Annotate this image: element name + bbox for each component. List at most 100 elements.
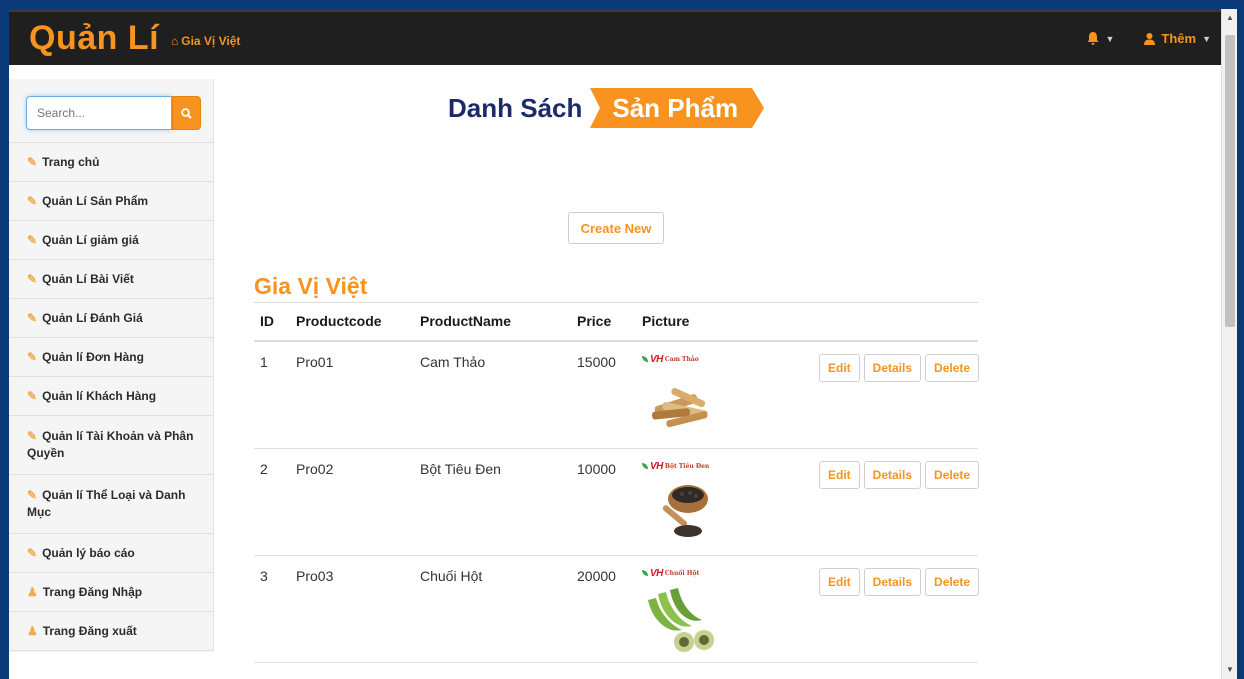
cell-productname: Chuối Hột bbox=[420, 568, 483, 584]
cell-id: 1 bbox=[260, 354, 268, 370]
page-title-ribbon: Sản Phẩm bbox=[590, 88, 765, 128]
sidebar-item-trang-chu[interactable]: ✎ Trang chủ bbox=[9, 143, 213, 182]
image-caption: Cam Thảo bbox=[664, 355, 699, 363]
details-button[interactable]: Details bbox=[863, 568, 922, 596]
seeded-banana-image bbox=[648, 588, 714, 652]
image-caption: Bột Tiêu Đen bbox=[664, 462, 710, 470]
top-navbar: Quản Lí ⌂ Gia Vị Việt ▼ Thêm ▼ bbox=[9, 9, 1221, 65]
cell-productcode: Pro03 bbox=[296, 568, 334, 584]
scrollbar-thumb[interactable] bbox=[1225, 35, 1235, 327]
user-menu-label: Thêm bbox=[1161, 31, 1197, 46]
delete-button[interactable]: Delete bbox=[925, 461, 980, 489]
product-image: VH Bột Tiêu Đen bbox=[642, 459, 722, 539]
details-button[interactable]: Details bbox=[863, 354, 922, 382]
sidebar-item-posts[interactable]: ✎ Quản Lí Bài Viết bbox=[9, 260, 213, 299]
leaf-icon bbox=[642, 463, 648, 469]
sidebar-item-label: Quản Lí giảm giá bbox=[42, 232, 139, 247]
leaf-icon bbox=[642, 570, 648, 576]
edit-icon: ✎ bbox=[27, 349, 38, 364]
cell-price: 15000 bbox=[577, 354, 616, 370]
chevron-down-icon: ▼ bbox=[1202, 33, 1211, 44]
cell-id: 2 bbox=[260, 461, 268, 477]
product-image: VH Chuối Hột bbox=[642, 566, 722, 652]
black-pepper-image bbox=[662, 485, 708, 537]
sidebar-item-logout[interactable]: ♟ Trang Đăng xuất bbox=[9, 612, 213, 651]
browser-viewport: Quản Lí ⌂ Gia Vị Việt ▼ Thêm ▼ ▲ ▼ Searc… bbox=[9, 9, 1237, 679]
table-row: 2 Pro02 Bột Tiêu Đen 10000 VH Bột Tiêu Đ… bbox=[254, 449, 980, 556]
edit-button[interactable]: Edit bbox=[819, 461, 860, 489]
table-row: 1 Pro01 Cam Thảo 15000 VH Cam Thảo Edit … bbox=[254, 342, 980, 449]
sidebar-item-label: Trang Đăng xuất bbox=[42, 623, 137, 638]
cell-price: 20000 bbox=[577, 568, 616, 584]
bell-icon bbox=[1087, 32, 1099, 45]
edit-icon: ✎ bbox=[27, 545, 38, 560]
column-header-picture: Picture bbox=[642, 313, 690, 329]
edit-icon: ✎ bbox=[27, 271, 38, 286]
sidebar-item-label: Quản lý báo cáo bbox=[42, 545, 135, 560]
edit-button[interactable]: Edit bbox=[819, 568, 860, 596]
sidebar-item-orders[interactable]: ✎ Quản lí Đơn Hàng bbox=[9, 338, 213, 377]
cell-productname: Bột Tiêu Đen bbox=[420, 461, 501, 477]
edit-button[interactable]: Edit bbox=[819, 354, 860, 382]
sidebar-item-label: Quản lí Tài Khoản và Phân Quyền bbox=[27, 429, 194, 460]
sidebar-item-accounts[interactable]: ✎ Quản lí Tài Khoản và Phân Quyền bbox=[9, 416, 213, 475]
notifications-dropdown[interactable]: ▼ bbox=[1087, 32, 1114, 45]
column-header-id: ID bbox=[260, 313, 274, 329]
column-header-productname: ProductName bbox=[420, 313, 512, 329]
edit-icon: ✎ bbox=[27, 310, 38, 325]
delete-button[interactable]: Delete bbox=[925, 568, 980, 596]
user-icon bbox=[1144, 32, 1156, 45]
product-image-logo: VH Cam Thảo bbox=[642, 352, 699, 366]
home-link-label: Gia Vị Việt bbox=[181, 34, 241, 48]
leaf-icon bbox=[642, 356, 648, 362]
cell-price: 10000 bbox=[577, 461, 616, 477]
row-actions: Edit Details Delete bbox=[819, 461, 980, 489]
create-new-button[interactable]: Create New bbox=[568, 212, 664, 244]
page-title-part2: Sản Phẩm bbox=[612, 93, 739, 123]
edit-icon: ✎ bbox=[27, 154, 38, 169]
sidebar-item-products[interactable]: ✎ Quản Lí Sản Phẩm bbox=[9, 182, 213, 221]
table-row: 3 Pro03 Chuối Hột 20000 VH Chuối Hột Edi… bbox=[254, 556, 980, 663]
brand-mark: VH bbox=[650, 567, 663, 579]
navbar-right: ▼ Thêm ▼ bbox=[1087, 31, 1211, 46]
sidebar-item-reviews[interactable]: ✎ Quản Lí Đánh Giá bbox=[9, 299, 213, 338]
details-button[interactable]: Details bbox=[863, 461, 922, 489]
user-menu-dropdown[interactable]: Thêm ▼ bbox=[1144, 31, 1211, 46]
cell-id: 3 bbox=[260, 568, 268, 584]
vertical-scrollbar[interactable]: ▲ ▼ bbox=[1221, 9, 1237, 679]
section-title: Gia Vị Việt bbox=[254, 273, 368, 299]
sidebar-item-label: Quản lí Đơn Hàng bbox=[42, 349, 144, 364]
edit-icon: ✎ bbox=[27, 193, 38, 208]
edit-icon: ✎ bbox=[27, 429, 38, 443]
search-input[interactable] bbox=[26, 96, 172, 130]
sidebar-item-login[interactable]: ♟ Trang Đăng Nhập bbox=[9, 573, 213, 612]
scroll-up-arrow-icon[interactable]: ▲ bbox=[1222, 11, 1237, 25]
brand-mark: VH bbox=[650, 353, 663, 365]
page-title: Danh Sách Sản Phẩm bbox=[448, 87, 765, 129]
row-actions: Edit Details Delete bbox=[819, 354, 980, 382]
sidebar-item-label: Quản Lí Đánh Giá bbox=[42, 310, 143, 325]
search-icon bbox=[181, 107, 192, 119]
user-icon: ♟ bbox=[27, 623, 38, 638]
sidebar-item-discounts[interactable]: ✎ Quản Lí giảm giá bbox=[9, 221, 213, 260]
edit-icon: ✎ bbox=[27, 388, 38, 403]
delete-button[interactable]: Delete bbox=[925, 354, 980, 382]
sidebar-item-label: Quản lí Khách Hàng bbox=[42, 388, 157, 403]
sidebar-item-label: Quản Lí Sản Phẩm bbox=[42, 193, 149, 208]
search-button[interactable] bbox=[172, 96, 201, 130]
cell-productcode: Pro01 bbox=[296, 354, 334, 370]
user-icon: ♟ bbox=[27, 584, 38, 599]
sidebar-item-categories[interactable]: ✎ Quản lí Thể Loại và Danh Mục bbox=[9, 475, 213, 534]
brand-title[interactable]: Quản Lí bbox=[29, 19, 159, 58]
home-link[interactable]: ⌂ Gia Vị Việt bbox=[171, 34, 240, 48]
row-actions: Edit Details Delete bbox=[819, 568, 980, 596]
sidebar-item-reports[interactable]: ✎ Quản lý báo cáo bbox=[9, 534, 213, 573]
page-title-part1: Danh Sách bbox=[448, 92, 583, 123]
table-top-divider bbox=[254, 302, 978, 303]
sidebar-item-customers[interactable]: ✎ Quản lí Khách Hàng bbox=[9, 377, 213, 416]
edit-icon: ✎ bbox=[27, 488, 38, 502]
product-image-logo: VH Chuối Hột bbox=[642, 566, 699, 580]
scroll-down-arrow-icon[interactable]: ▼ bbox=[1222, 663, 1237, 677]
edit-icon: ✎ bbox=[27, 232, 38, 247]
column-header-productcode: Productcode bbox=[296, 313, 382, 329]
